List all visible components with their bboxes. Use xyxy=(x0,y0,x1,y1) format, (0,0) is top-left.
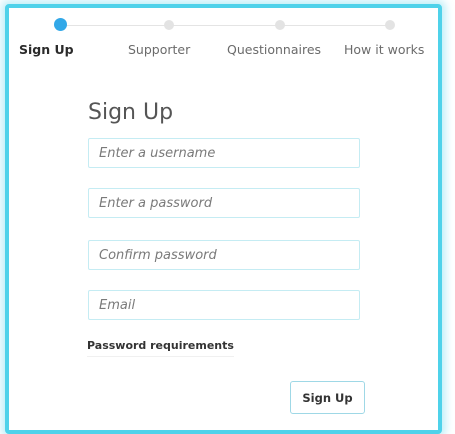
step-how-it-works[interactable]: How it works xyxy=(344,42,424,57)
signup-panel: Sign Up Supporter Questionnaires How it … xyxy=(5,4,442,434)
username-input[interactable] xyxy=(88,138,360,168)
stepper-track xyxy=(59,25,389,26)
step-supporter[interactable]: Supporter xyxy=(128,42,190,57)
email-input[interactable] xyxy=(88,290,360,320)
sign-up-button[interactable]: Sign Up xyxy=(290,381,365,414)
password-requirements-link[interactable]: Password requirements xyxy=(87,339,234,357)
step-questionnaires[interactable]: Questionnaires xyxy=(227,42,321,57)
step-dot-how-it-works[interactable] xyxy=(385,20,395,30)
step-dot-sign-up[interactable] xyxy=(54,18,67,31)
password-input[interactable] xyxy=(88,188,360,218)
step-sign-up[interactable]: Sign Up xyxy=(19,42,74,57)
confirm-password-input[interactable] xyxy=(88,240,360,270)
progress-stepper: Sign Up Supporter Questionnaires How it … xyxy=(9,8,438,68)
step-dot-questionnaires[interactable] xyxy=(275,20,285,30)
page-title: Sign Up xyxy=(88,100,174,125)
step-dot-supporter[interactable] xyxy=(164,20,174,30)
